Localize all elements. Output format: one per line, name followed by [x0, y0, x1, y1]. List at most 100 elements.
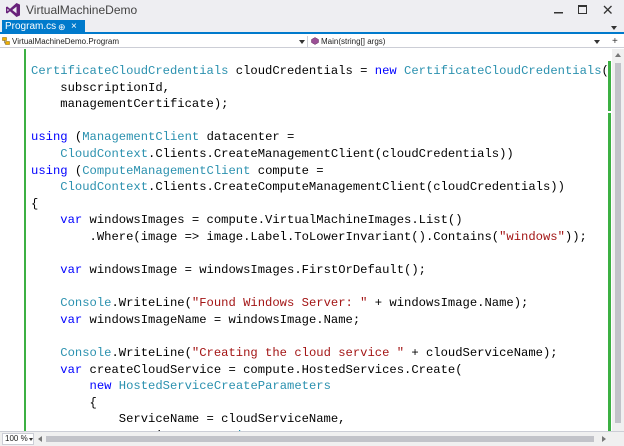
vertical-scroll-thumb[interactable]: [615, 63, 621, 423]
code-token: .Clients.CreateComputeManagementClient(c…: [148, 180, 565, 195]
code-token: .Clients.CreateManagementClient(cloudCre…: [148, 146, 514, 161]
code-line[interactable]: CertificateCloudCredentials cloudCredent…: [31, 63, 609, 80]
visual-studio-logo-icon: [6, 3, 20, 17]
code-line[interactable]: [31, 246, 609, 263]
code-token: var: [60, 362, 83, 377]
code-token: "windows": [499, 229, 565, 244]
zoom-dropdown[interactable]: 100 %: [2, 433, 34, 445]
code-token: var: [60, 213, 83, 228]
code-text[interactable]: CertificateCloudCredentials cloudCredent…: [31, 63, 609, 431]
code-line[interactable]: CloudContext.Clients.CreateManagementCli…: [31, 146, 609, 163]
scroll-left-icon[interactable]: [38, 436, 42, 442]
close-button[interactable]: [597, 0, 619, 20]
code-token: windowsImage = windowsImages.FirstOrDefa…: [82, 263, 426, 278]
code-line[interactable]: var windowsImage = windowsImages.FirstOr…: [31, 262, 609, 279]
code-line[interactable]: .Where(image => image.Label.ToLowerInvar…: [31, 229, 609, 246]
code-token: "Found Windows Server: ": [191, 296, 368, 311]
code-token: windowsImages = compute.VirtualMachineIm…: [82, 213, 463, 228]
code-line[interactable]: var windowsImages = compute.VirtualMachi…: [31, 212, 609, 229]
tab-close-icon[interactable]: ×: [71, 20, 77, 34]
code-token: "Creating the cloud service ": [191, 346, 405, 361]
code-line[interactable]: CloudContext.Clients.CreateComputeManage…: [31, 179, 609, 196]
code-token: HostedServiceCreateParameters: [118, 379, 331, 394]
document-tab-strip: Program.cs ⊕ ×: [0, 20, 624, 34]
code-token: ComputeManagementClient: [82, 163, 251, 178]
code-token: compute =: [250, 163, 324, 178]
split-window-button[interactable]: +: [612, 36, 618, 48]
scroll-right-icon[interactable]: [602, 436, 606, 442]
code-line[interactable]: Console.WriteLine("Found Windows Server:…: [31, 295, 609, 312]
horizontal-scroll-thumb[interactable]: [46, 436, 594, 442]
code-line[interactable]: using (ManagementClient datacenter =: [31, 129, 609, 146]
code-token: (: [67, 130, 83, 145]
class-icon: [2, 37, 10, 45]
zoom-value: 100 %: [5, 434, 28, 443]
code-line[interactable]: var windowsImageName = windowsImage.Name…: [31, 312, 609, 329]
code-line[interactable]: [31, 329, 609, 346]
code-token: (: [67, 163, 83, 178]
member-dropdown-value: Main(string[] args): [321, 37, 386, 46]
code-token: var: [60, 263, 83, 278]
code-line[interactable]: new HostedServiceCreateParameters: [31, 378, 609, 395]
code-token: (: [601, 64, 609, 78]
code-line[interactable]: {: [31, 395, 609, 412]
code-line[interactable]: subscriptionId,: [31, 80, 609, 97]
code-line[interactable]: using (ComputeManagementClient compute =: [31, 163, 609, 180]
scroll-up-icon[interactable]: [615, 53, 621, 57]
code-token: var: [60, 312, 83, 327]
code-token: ));: [564, 229, 587, 244]
maximize-button[interactable]: [572, 0, 594, 20]
code-line[interactable]: var createCloudService = compute.HostedS…: [31, 362, 609, 379]
chevron-down-icon: [594, 40, 600, 44]
code-token: windowsImageName = windowsImage.Name;: [82, 312, 361, 327]
code-token: new: [374, 64, 397, 78]
code-editor[interactable]: CertificateCloudCredentials cloudCredent…: [0, 49, 612, 431]
code-line[interactable]: ServiceName = cloudServiceName,: [31, 411, 609, 428]
type-dropdown[interactable]: VirtualMachineDemo.Program: [2, 36, 308, 48]
outlining-margin: [24, 49, 26, 431]
code-line[interactable]: Console.WriteLine("Creating the cloud se…: [31, 345, 609, 362]
code-token: Console: [60, 296, 112, 311]
chevron-down-icon: [29, 438, 33, 441]
code-token: using: [31, 130, 68, 145]
tab-program-cs[interactable]: Program.cs ⊕ ×: [2, 20, 85, 34]
close-icon: [603, 5, 612, 14]
code-token: {: [31, 395, 97, 410]
editor-bottom-bar: 100 %: [0, 431, 624, 446]
code-line[interactable]: {: [31, 196, 609, 213]
code-line[interactable]: [31, 279, 609, 296]
code-token: CloudContext: [60, 146, 149, 161]
chevron-down-icon: [299, 40, 305, 44]
code-token: + windowsImage.Name);: [367, 296, 529, 311]
code-line[interactable]: managementCertificate);: [31, 96, 609, 113]
code-token: managementCertificate);: [31, 97, 229, 112]
code-line[interactable]: [31, 113, 609, 130]
code-token: using: [31, 163, 68, 178]
method-icon: [311, 37, 319, 45]
code-token: CloudContext: [60, 180, 149, 195]
code-token: + cloudServiceName);: [404, 346, 558, 361]
minimize-button[interactable]: [548, 0, 570, 20]
tab-label: Program.cs: [5, 21, 57, 32]
code-token: .WriteLine(: [111, 346, 192, 361]
type-dropdown-value: VirtualMachineDemo.Program: [12, 37, 120, 46]
vertical-scrollbar[interactable]: [612, 49, 624, 431]
pin-icon[interactable]: ⊕: [58, 20, 66, 34]
tab-dropdown-icon[interactable]: [607, 22, 621, 33]
code-token: cloudCredentials =: [228, 64, 375, 78]
title-bar: VirtualMachineDemo: [0, 0, 624, 20]
navigation-bar: VirtualMachineDemo.Program Main(string[]…: [0, 36, 624, 48]
member-dropdown[interactable]: Main(string[] args): [311, 36, 603, 48]
code-token: ServiceName = cloudServiceName,: [31, 412, 346, 427]
window-title: VirtualMachineDemo: [26, 3, 138, 17]
minimize-icon: [554, 12, 563, 14]
